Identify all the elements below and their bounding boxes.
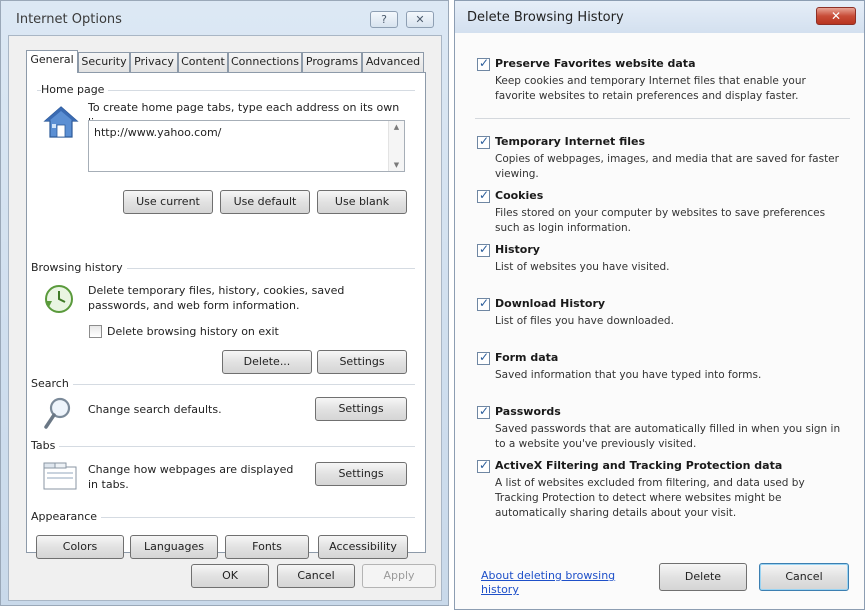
delete-browsing-history-window: Delete Browsing History ✕ ✓ Preserve Fav… bbox=[454, 0, 865, 610]
cancel-button[interactable]: Cancel bbox=[759, 563, 849, 591]
checkmark-icon: ✓ bbox=[479, 56, 490, 70]
tab-connections[interactable]: Connections bbox=[228, 52, 302, 72]
option-description: List of websites you have visited. bbox=[495, 261, 670, 273]
history-settings-button[interactable]: Settings bbox=[317, 350, 407, 374]
home-page-value: http://www.yahoo.com/ bbox=[94, 126, 222, 139]
tab-content[interactable]: Content bbox=[178, 52, 228, 72]
delete-on-exit-checkbox[interactable] bbox=[89, 325, 102, 338]
option-description: Copies of webpages, images, and media th… bbox=[495, 153, 839, 180]
option-label: Cookies bbox=[495, 189, 544, 202]
dialog-body: General Security Privacy Content Connect… bbox=[8, 35, 442, 601]
option-description: List of files you have downloaded. bbox=[495, 315, 674, 327]
use-default-button[interactable]: Use default bbox=[220, 190, 310, 214]
checkbox[interactable]: ✓ bbox=[477, 188, 490, 203]
tab-general[interactable]: General bbox=[26, 50, 78, 73]
option-label: ActiveX Filtering and Tracking Protectio… bbox=[495, 459, 783, 472]
close-button[interactable]: ✕ bbox=[406, 11, 434, 28]
checkmark-icon: ✓ bbox=[479, 242, 490, 256]
checkbox[interactable]: ✓ bbox=[477, 404, 490, 419]
checkmark-icon: ✓ bbox=[479, 296, 490, 310]
house-icon bbox=[43, 106, 79, 138]
help-icon: ? bbox=[381, 13, 387, 26]
window-title: Delete Browsing History bbox=[467, 10, 624, 25]
tab-security[interactable]: Security bbox=[78, 52, 130, 72]
option-description: Saved information that you have typed in… bbox=[495, 369, 762, 381]
internet-options-window: Internet Options ? ✕ General Security Pr… bbox=[0, 0, 449, 606]
scrollbar[interactable]: ▲ ▼ bbox=[388, 121, 404, 171]
scroll-down-icon[interactable]: ▼ bbox=[389, 161, 404, 169]
checkbox[interactable]: ✓ bbox=[477, 296, 490, 311]
option-label: Form data bbox=[495, 351, 559, 364]
apply-button[interactable]: Apply bbox=[362, 564, 436, 588]
use-blank-button[interactable]: Use blank bbox=[317, 190, 407, 214]
option-label: Download History bbox=[495, 297, 606, 310]
tabs-settings-button[interactable]: Settings bbox=[315, 462, 407, 486]
general-tab-panel: Home page To create home page tabs, type… bbox=[26, 72, 426, 559]
about-deleting-history-link[interactable]: About deleting browsing history bbox=[481, 569, 621, 597]
tab-programs[interactable]: Programs bbox=[302, 52, 362, 72]
search-heading: Search bbox=[31, 377, 73, 390]
fonts-button[interactable]: Fonts bbox=[225, 535, 309, 559]
checkbox[interactable]: ✓ bbox=[477, 56, 490, 71]
checkmark-icon: ✓ bbox=[479, 350, 490, 364]
tab-privacy[interactable]: Privacy bbox=[130, 52, 178, 72]
option-description: A list of websites excluded from filteri… bbox=[495, 477, 805, 519]
search-icon bbox=[44, 397, 71, 429]
delete-history-button[interactable]: Delete... bbox=[222, 350, 312, 374]
use-current-button[interactable]: Use current bbox=[123, 190, 213, 214]
ok-button[interactable]: OK bbox=[191, 564, 269, 588]
delete-button[interactable]: Delete bbox=[659, 563, 747, 591]
option-label: Passwords bbox=[495, 405, 561, 418]
close-icon: ✕ bbox=[415, 13, 425, 26]
browsing-history-description: Delete temporary files, history, cookies… bbox=[88, 284, 345, 312]
tab-advanced[interactable]: Advanced bbox=[362, 52, 424, 72]
checkbox[interactable]: ✓ bbox=[477, 458, 490, 473]
divider bbox=[37, 384, 415, 385]
option-description: Keep cookies and temporary Internet file… bbox=[495, 75, 806, 102]
scroll-up-icon[interactable]: ▲ bbox=[389, 123, 404, 131]
languages-button[interactable]: Languages bbox=[130, 535, 218, 559]
divider bbox=[37, 446, 415, 447]
checkmark-icon: ✓ bbox=[479, 134, 490, 148]
tabs-description: Change how webpages are displayed in tab… bbox=[88, 463, 294, 491]
checkbox[interactable]: ✓ bbox=[477, 242, 490, 257]
option-label: Temporary Internet files bbox=[495, 135, 646, 148]
option-description: Saved passwords that are automatically f… bbox=[495, 423, 841, 450]
tabs-heading: Tabs bbox=[31, 439, 60, 452]
delete-on-exit-label[interactable]: Delete browsing history on exit bbox=[107, 324, 279, 339]
option-label: History bbox=[495, 243, 540, 256]
browsing-history-heading: Browsing history bbox=[31, 261, 127, 274]
close-button[interactable]: ✕ bbox=[816, 7, 856, 25]
close-icon: ✕ bbox=[830, 9, 842, 23]
title-bar[interactable]: Internet Options ? ✕ bbox=[1, 1, 448, 35]
home-page-heading: Home page bbox=[41, 83, 109, 96]
checkbox[interactable]: ✓ bbox=[477, 134, 490, 149]
search-settings-button[interactable]: Settings bbox=[315, 397, 407, 421]
search-description: Change search defaults. bbox=[88, 403, 222, 416]
checkmark-icon: ✓ bbox=[479, 404, 490, 418]
tabs-icon bbox=[43, 462, 77, 490]
checkmark-icon: ✓ bbox=[479, 188, 490, 202]
history-clock-icon bbox=[45, 285, 73, 313]
divider bbox=[475, 118, 850, 119]
home-page-input[interactable]: http://www.yahoo.com/ ▲ ▼ bbox=[88, 120, 405, 172]
accessibility-button[interactable]: Accessibility bbox=[318, 535, 408, 559]
option-label: Preserve Favorites website data bbox=[495, 57, 696, 70]
checkbox[interactable]: ✓ bbox=[477, 350, 490, 365]
appearance-heading: Appearance bbox=[31, 510, 102, 523]
colors-button[interactable]: Colors bbox=[36, 535, 124, 559]
checkmark-icon: ✓ bbox=[479, 458, 490, 472]
cancel-button[interactable]: Cancel bbox=[277, 564, 355, 588]
option-description: Files stored on your computer by website… bbox=[495, 207, 826, 234]
help-button[interactable]: ? bbox=[370, 11, 398, 28]
title-bar[interactable]: Delete Browsing History ✕ bbox=[455, 1, 864, 33]
window-title: Internet Options bbox=[16, 12, 122, 27]
